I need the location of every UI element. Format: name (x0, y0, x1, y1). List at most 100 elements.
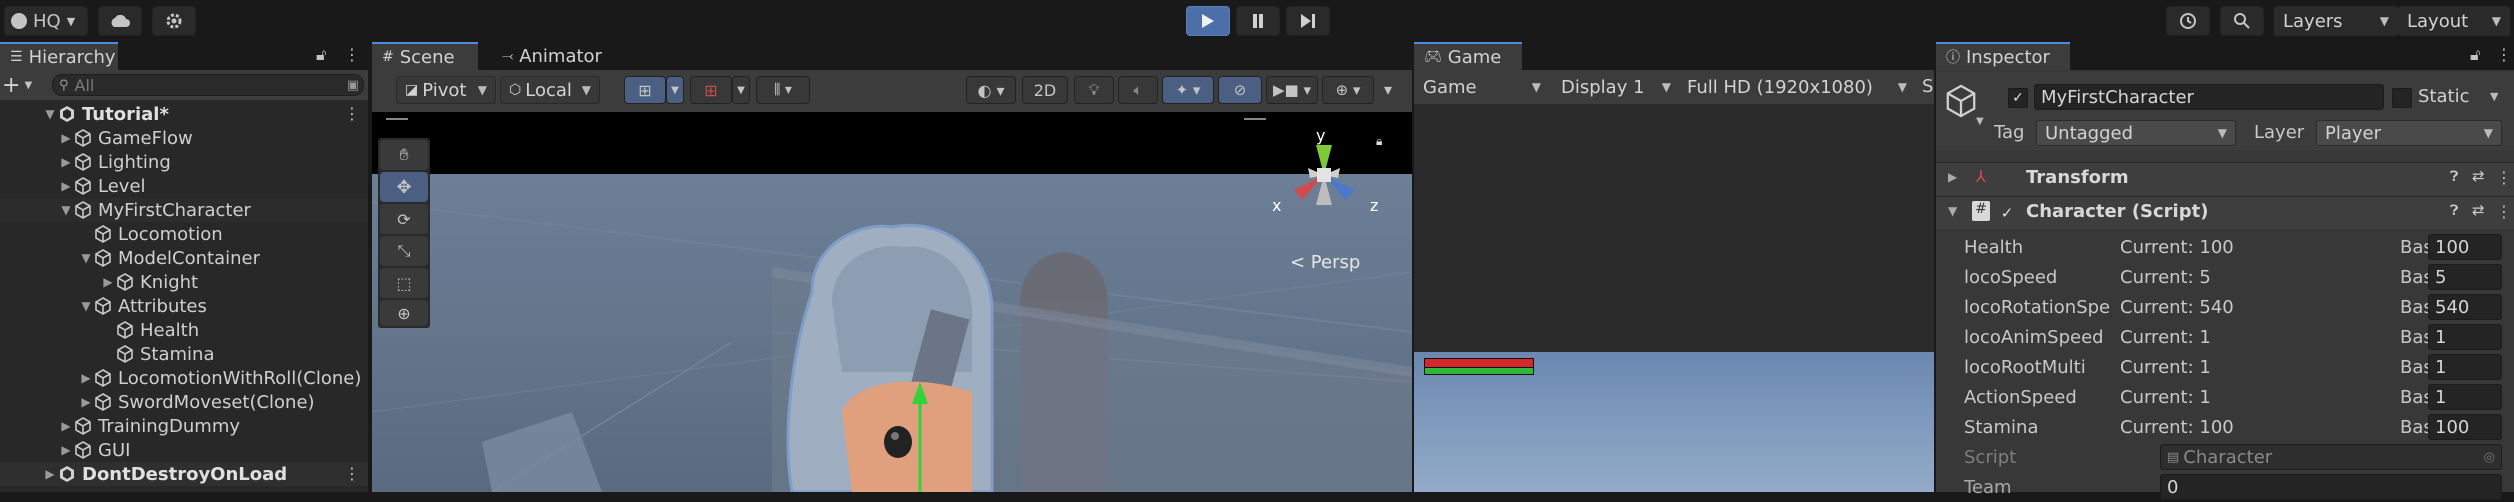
expand-arrow-icon[interactable]: ▶ (42, 467, 58, 481)
expand-arrow-icon[interactable]: ▼ (42, 107, 58, 121)
search-button[interactable] (2220, 6, 2264, 36)
stat-base-field[interactable]: 1 (2428, 384, 2502, 410)
tree-row-knight[interactable]: ▶ Knight (0, 270, 368, 294)
tree-row-stamina[interactable]: Stamina (0, 342, 368, 366)
step-button[interactable] (1286, 6, 1330, 36)
lock-icon[interactable]: 🔒︎ (1376, 134, 1382, 149)
expand-arrow-icon[interactable]: ▶ (1948, 170, 1957, 184)
tree-row-locomotionwithroll[interactable]: ▶ LocomotionWithRoll(Clone) (0, 366, 368, 390)
help-icon[interactable]: ❓︎ (2450, 203, 2458, 219)
gizmos-dropdown[interactable]: ⊕ ▾ (1322, 76, 1374, 104)
settings-button[interactable] (152, 6, 196, 36)
tag-dropdown[interactable]: Untagged ▼ (2036, 120, 2236, 146)
effects-toggle[interactable]: ✦ ▾ (1162, 76, 1214, 104)
preset-icon[interactable]: ⇄ (2472, 201, 2485, 219)
tree-row-locomotion[interactable]: Locomotion (0, 222, 368, 246)
increment-snap-dropdown[interactable]: ▼ (732, 76, 750, 104)
tree-row-level[interactable]: ▶ Level (0, 174, 368, 198)
tab-inspector[interactable]: ⓘ Inspector (1936, 42, 2070, 70)
persp-label[interactable]: < Persp (1290, 252, 1360, 273)
grid-snap-dropdown[interactable]: ▼ (666, 76, 684, 104)
tree-row-scene[interactable]: ▼ Tutorial* ⋮ (0, 102, 368, 126)
game-viewport[interactable] (1414, 104, 1934, 492)
expand-arrow-icon[interactable]: ▼ (78, 251, 94, 265)
layout-dropdown[interactable]: Layout ▼ (2398, 6, 2510, 36)
scene-viewport[interactable]: ✋︎ ✥ ⟳ ⤡ ⬚ ⊕ y x z 🔒︎ < Persp (372, 112, 1412, 492)
expand-arrow-icon[interactable]: ▶ (58, 155, 74, 169)
stat-base-field[interactable]: 1 (2428, 354, 2502, 380)
expand-arrow-icon[interactable]: ▼ (78, 299, 94, 313)
search-filter-icon[interactable]: ▣ (347, 78, 359, 93)
panel-menu-icon[interactable]: ▾ (1384, 80, 1392, 99)
component-menu-icon[interactable]: ⋮ (2496, 168, 2512, 187)
component-enabled-checkbox[interactable]: ✓ (1998, 204, 2016, 222)
expand-arrow-icon[interactable]: ▶ (58, 179, 74, 193)
mode-2d-button[interactable]: 2D (1022, 76, 1068, 104)
account-dropdown[interactable]: HQ ▼ (4, 6, 88, 36)
tool-handle[interactable] (386, 118, 408, 120)
create-button[interactable]: + ▼ (0, 72, 46, 98)
display-dropdown[interactable]: Display 1 ▼ (1552, 73, 1680, 101)
static-checkbox[interactable] (2392, 88, 2412, 108)
row-menu-icon[interactable]: ⋮ (344, 104, 360, 123)
lock-icon[interactable]: 🔓︎ (316, 45, 326, 65)
tab-scene[interactable]: # Scene (372, 42, 478, 70)
draw-mode-button[interactable]: ◐ ▾ (966, 76, 1016, 104)
layers-dropdown[interactable]: Layers ▼ (2274, 6, 2398, 36)
expand-arrow-icon[interactable]: ▶ (78, 371, 94, 385)
stat-base-field[interactable]: 540 (2428, 294, 2502, 320)
pivot-dropdown[interactable]: ◪ Pivot ▼ (396, 76, 496, 104)
overlay-handle[interactable] (1244, 118, 1266, 120)
tree-row-attributes[interactable]: ▼ Attributes (0, 294, 368, 318)
audio-toggle[interactable]: 🔈︎ (1118, 76, 1158, 104)
tree-row-gameflow[interactable]: ▶ GameFlow (0, 126, 368, 150)
stat-base-field[interactable]: 100 (2428, 414, 2502, 440)
lock-icon[interactable]: 🔓︎ (2470, 45, 2480, 65)
help-icon[interactable]: ❓︎ (2450, 169, 2458, 185)
tree-row-modelcontainer[interactable]: ▼ ModelContainer (0, 246, 368, 270)
move-tool-button[interactable]: ✥ (380, 172, 428, 202)
stat-base-field[interactable]: 100 (2428, 234, 2502, 260)
hand-tool-button[interactable]: ✋︎ (380, 140, 428, 170)
row-menu-icon[interactable]: ⋮ (344, 464, 360, 483)
history-button[interactable] (2166, 6, 2210, 36)
static-dropdown-icon[interactable]: ▼ (2490, 90, 2498, 103)
lighting-toggle[interactable]: 💡︎ (1074, 76, 1114, 104)
increment-snap-button[interactable]: ⊞ (690, 76, 732, 104)
stat-base-field[interactable]: 1 (2428, 324, 2502, 350)
scale-tool-button[interactable]: ⤡ (380, 236, 428, 266)
team-field[interactable]: 0 (2160, 474, 2502, 500)
expand-arrow-icon[interactable]: ▶ (58, 443, 74, 457)
expand-arrow-icon[interactable]: ▶ (58, 131, 74, 145)
local-dropdown[interactable]: ⬡ Local ▼ (500, 76, 600, 104)
transform-component-header[interactable]: ▶ ⅄ Transform ❓︎ ⇄ ⋮ (1936, 162, 2514, 195)
layer-dropdown[interactable]: Player ▼ (2316, 120, 2502, 146)
tree-row-trainingdummy[interactable]: ▶ TrainingDummy (0, 414, 368, 438)
game-view-dropdown[interactable]: Game ▼ (1414, 73, 1550, 101)
grid-snap-button[interactable]: ⊞ (624, 76, 666, 104)
tree-row-gui[interactable]: ▶ GUI (0, 438, 368, 462)
tab-game[interactable]: 🎮︎ Game (1414, 42, 1522, 70)
play-button[interactable] (1186, 6, 1230, 36)
tree-row-dontdestroyonload[interactable]: ▶ DontDestroyOnLoad ⋮ (0, 462, 368, 486)
camera-dropdown[interactable]: ▶■ ▾ (1266, 76, 1318, 104)
tree-row-health[interactable]: Health (0, 318, 368, 342)
expand-arrow-icon[interactable]: ▶ (58, 419, 74, 433)
resolution-dropdown[interactable]: Full HD (1920x1080) ▼ (1678, 73, 1916, 101)
align-button[interactable]: ⫼ ▾ (756, 76, 810, 104)
panel-menu-icon[interactable]: ⋮ (2496, 45, 2512, 64)
tree-row-swordmoveset[interactable]: ▶ SwordMoveset(Clone) (0, 390, 368, 414)
visibility-toggle[interactable]: ⊘ (1218, 76, 1262, 104)
expand-arrow-icon[interactable]: ▼ (58, 203, 74, 217)
rect-tool-button[interactable]: ⬚ (380, 268, 428, 298)
stat-base-field[interactable]: 5 (2428, 264, 2502, 290)
panel-menu-icon[interactable]: ⋮ (344, 45, 360, 64)
expand-arrow-icon[interactable]: ▼ (1948, 204, 1957, 218)
tab-hierarchy[interactable]: ☰ Hierarchy (0, 42, 118, 70)
active-checkbox[interactable]: ✓ (2008, 88, 2028, 108)
chevron-down-icon[interactable]: ▼ (1976, 116, 1984, 127)
expand-arrow-icon[interactable]: ▶ (78, 395, 94, 409)
component-menu-icon[interactable]: ⋮ (2496, 202, 2512, 221)
preset-icon[interactable]: ⇄ (2472, 167, 2485, 185)
expand-arrow-icon[interactable]: ▶ (100, 275, 116, 289)
